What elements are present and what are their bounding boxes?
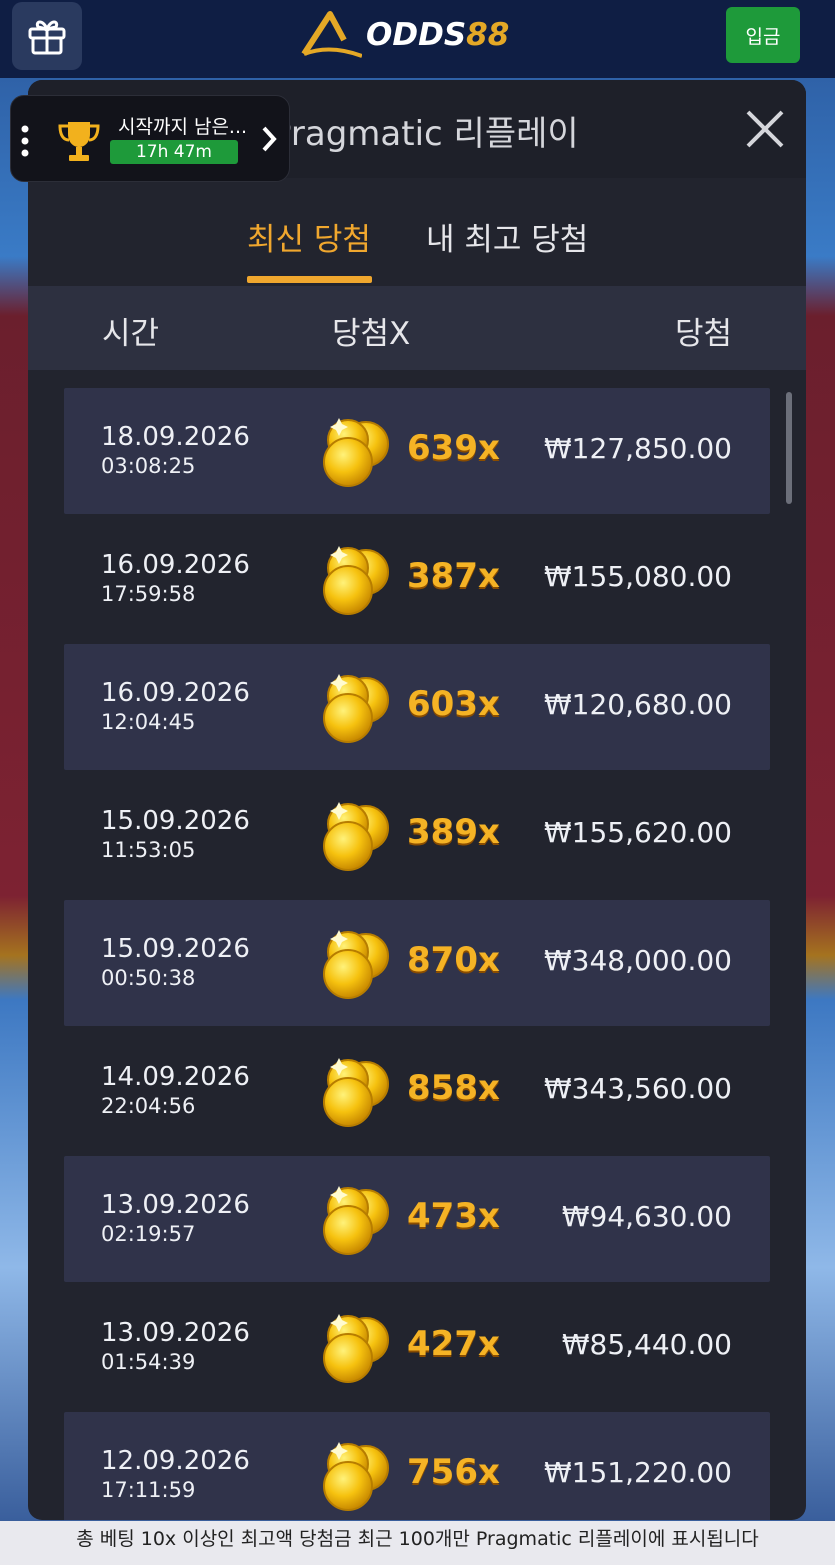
row-time: 03:08:25 (101, 454, 196, 478)
row-amount: ₩94,630.00 (561, 1200, 732, 1233)
row-time: 17:59:58 (101, 582, 196, 606)
top-bar: ODDS88 입금 (0, 0, 835, 78)
gift-icon (28, 20, 66, 55)
wins-list[interactable]: 18.09.2026 03:08:25 639x ₩127,850.00 16.… (28, 370, 806, 1520)
row-date: 16.09.2026 (101, 550, 250, 580)
column-header: 시간 당첨X 당첨 (28, 286, 806, 370)
row-time: 02:19:57 (101, 1222, 196, 1246)
trophy-icon (58, 122, 100, 161)
replay-modal: Pragmatic 리플레이 최신 당첨 내 최고 당첨 시간 당첨X 당첨 1… (28, 80, 806, 1520)
win-row[interactable]: 12.09.2026 17:11:59 756x ₩151,220.00 (64, 1412, 770, 1520)
row-time: 22:04:56 (101, 1094, 196, 1118)
close-icon (746, 110, 784, 148)
row-date: 15.09.2026 (101, 934, 250, 964)
win-row[interactable]: 18.09.2026 03:08:25 639x ₩127,850.00 (64, 388, 770, 514)
win-row[interactable]: 15.09.2026 11:53:05 389x ₩155,620.00 (64, 772, 770, 898)
row-multiplier: 473x (407, 1196, 500, 1236)
row-multiplier: 639x (407, 428, 500, 468)
row-date: 13.09.2026 (101, 1318, 250, 1348)
row-amount: ₩151,220.00 (543, 1456, 732, 1489)
coins-icon (314, 418, 396, 488)
tab-latest-wins[interactable]: 최신 당첨 (247, 214, 371, 259)
deposit-button[interactable]: 입금 (726, 7, 800, 63)
modal-title: Pragmatic 리플레이 (271, 114, 579, 154)
win-row[interactable]: 14.09.2026 22:04:56 858x ₩343,560.00 (64, 1028, 770, 1154)
footer-notice: 총 베팅 10x 이상인 최고액 당첨금 최근 100개만 Pragmatic … (0, 1521, 835, 1565)
active-tab-indicator (247, 276, 372, 283)
win-row[interactable]: 16.09.2026 17:59:58 387x ₩155,080.00 (64, 516, 770, 642)
logo-text: ODDS88 (366, 17, 510, 53)
widget-title: 시작까지 남은... (118, 116, 248, 138)
row-multiplier: 756x (407, 1452, 500, 1492)
tabs: 최신 당첨 내 최고 당첨 (28, 178, 806, 286)
logo-triangle-icon (301, 11, 362, 58)
row-time: 17:11:59 (101, 1478, 196, 1502)
row-date: 16.09.2026 (101, 678, 250, 708)
row-multiplier: 387x (407, 556, 500, 596)
win-row[interactable]: 16.09.2026 12:04:45 603x ₩120,680.00 (64, 644, 770, 770)
column-time: 시간 (102, 316, 160, 352)
scrollbar[interactable] (786, 392, 792, 504)
row-amount: ₩343,560.00 (543, 1072, 732, 1105)
row-amount: ₩348,000.00 (543, 944, 732, 977)
row-date: 14.09.2026 (101, 1062, 250, 1092)
tournament-widget[interactable]: 시작까지 남은... 17h 47m (10, 95, 290, 182)
column-win: 당첨 (674, 316, 732, 352)
coins-icon (314, 674, 396, 744)
brand-logo[interactable]: ODDS88 (300, 10, 509, 60)
more-dots-icon (21, 125, 29, 157)
row-date: 15.09.2026 (101, 806, 250, 836)
coins-icon (314, 802, 396, 872)
win-row[interactable]: 13.09.2026 01:54:39 427x ₩85,440.00 (64, 1284, 770, 1410)
row-date: 12.09.2026 (101, 1446, 250, 1476)
row-amount: ₩155,620.00 (543, 816, 732, 849)
row-multiplier: 603x (407, 684, 500, 724)
row-amount: ₩120,680.00 (543, 688, 732, 721)
close-button[interactable] (742, 106, 788, 152)
coins-icon (314, 1314, 396, 1384)
gift-button[interactable] (12, 2, 82, 70)
win-row[interactable]: 13.09.2026 02:19:57 473x ₩94,630.00 (64, 1156, 770, 1282)
coins-icon (314, 930, 396, 1000)
chevron-right-icon (262, 126, 277, 152)
row-amount: ₩155,080.00 (543, 560, 732, 593)
row-amount: ₩127,850.00 (543, 432, 732, 465)
row-time: 11:53:05 (101, 838, 196, 862)
coins-icon (314, 546, 396, 616)
coins-icon (314, 1058, 396, 1128)
row-amount: ₩85,440.00 (561, 1328, 732, 1361)
row-time: 01:54:39 (101, 1350, 196, 1374)
column-multiplier: 당첨X (332, 316, 411, 352)
row-date: 13.09.2026 (101, 1190, 250, 1220)
row-multiplier: 389x (407, 812, 500, 852)
row-multiplier: 858x (407, 1068, 500, 1108)
coins-icon (314, 1186, 396, 1256)
countdown-timer: 17h 47m (110, 140, 238, 164)
row-time: 12:04:45 (101, 710, 196, 734)
coins-icon (314, 1442, 396, 1512)
win-row[interactable]: 15.09.2026 00:50:38 870x ₩348,000.00 (64, 900, 770, 1026)
row-date: 18.09.2026 (101, 422, 250, 452)
row-time: 00:50:38 (101, 966, 196, 990)
row-multiplier: 427x (407, 1324, 500, 1364)
tab-my-best-wins[interactable]: 내 최고 당첨 (426, 214, 588, 259)
row-multiplier: 870x (407, 940, 500, 980)
